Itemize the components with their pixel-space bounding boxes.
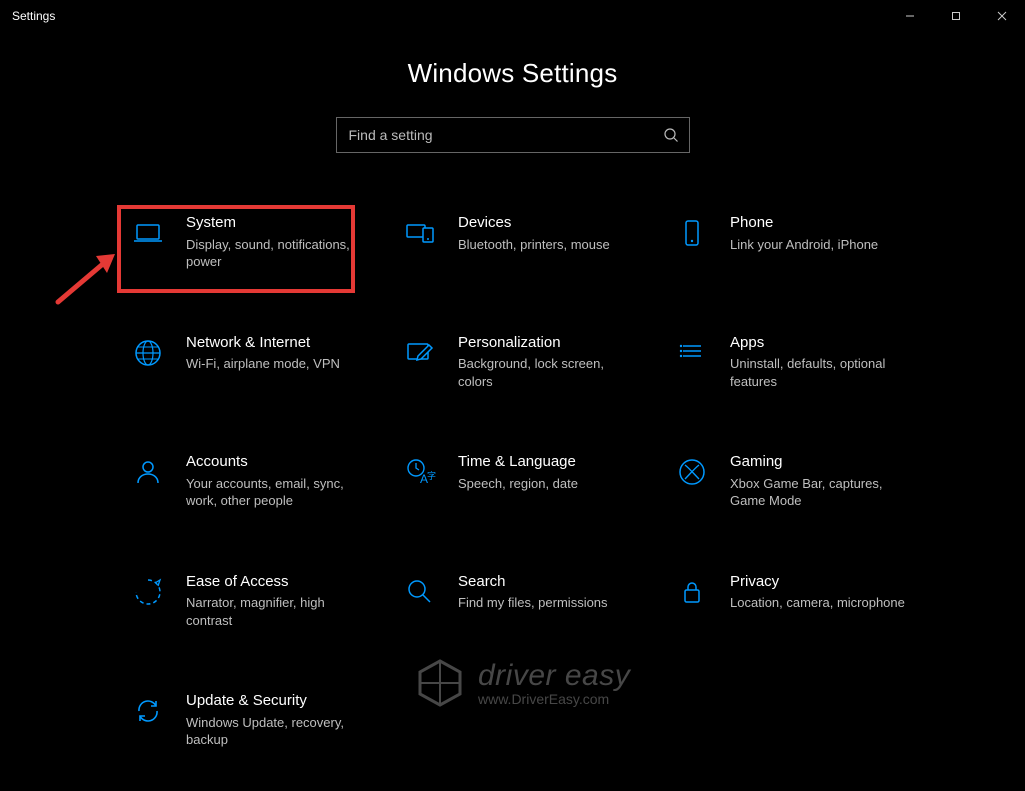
phone-icon <box>672 213 712 253</box>
category-desc: Location, camera, microphone <box>730 594 905 612</box>
search-input[interactable] <box>347 126 663 144</box>
category-title: Time & Language <box>458 452 578 472</box>
category-desc: Find my files, permissions <box>458 594 608 612</box>
category-time-language[interactable]: A 字 Time & Language Speech, region, date <box>392 444 664 518</box>
category-phone[interactable]: Phone Link your Android, iPhone <box>664 205 936 279</box>
category-title: Ease of Access <box>186 572 364 592</box>
category-update-security[interactable]: Update & Security Windows Update, recove… <box>120 683 392 757</box>
category-apps[interactable]: Apps Uninstall, defaults, optional featu… <box>664 325 936 399</box>
window-title: Settings <box>12 9 55 23</box>
apps-icon <box>672 333 712 373</box>
devices-icon <box>400 213 440 253</box>
category-ease-of-access[interactable]: Ease of Access Narrator, magnifier, high… <box>120 564 392 638</box>
page-title: Windows Settings <box>0 58 1025 89</box>
person-icon <box>128 452 168 492</box>
close-button[interactable] <box>979 0 1025 32</box>
maximize-button[interactable] <box>933 0 979 32</box>
category-desc: Your accounts, email, sync, work, other … <box>186 475 364 510</box>
minimize-button[interactable] <box>887 0 933 32</box>
category-desc: Xbox Game Bar, captures, Game Mode <box>730 475 908 510</box>
category-title: Accounts <box>186 452 364 472</box>
category-title: Update & Security <box>186 691 364 711</box>
laptop-icon <box>128 213 168 253</box>
magnifier-icon <box>400 572 440 612</box>
window-controls <box>887 0 1025 32</box>
search-wrap <box>0 117 1025 153</box>
category-privacy[interactable]: Privacy Location, camera, microphone <box>664 564 936 638</box>
category-desc: Wi-Fi, airplane mode, VPN <box>186 355 340 373</box>
category-title: Phone <box>730 213 878 233</box>
pen-icon <box>400 333 440 373</box>
time-lang-icon: A 字 <box>400 452 440 492</box>
category-desc: Uninstall, defaults, optional features <box>730 355 908 390</box>
svg-text:字: 字 <box>427 470 436 481</box>
category-accounts[interactable]: Accounts Your accounts, email, sync, wor… <box>120 444 392 518</box>
ease-icon <box>128 572 168 612</box>
category-desc: Display, sound, notifications, power <box>186 236 364 271</box>
category-title: Privacy <box>730 572 905 592</box>
category-devices[interactable]: Devices Bluetooth, printers, mouse <box>392 205 664 279</box>
update-icon <box>128 691 168 731</box>
category-desc: Narrator, magnifier, high contrast <box>186 594 364 629</box>
arrow-annotation <box>52 253 122 308</box>
titlebar: Settings <box>0 0 1025 32</box>
category-system[interactable]: System Display, sound, notifications, po… <box>120 205 392 279</box>
category-desc: Link your Android, iPhone <box>730 236 878 254</box>
settings-grid: System Display, sound, notifications, po… <box>120 205 940 757</box>
category-title: System <box>186 213 364 233</box>
category-desc: Background, lock screen, colors <box>458 355 636 390</box>
category-gaming[interactable]: Gaming Xbox Game Bar, captures, Game Mod… <box>664 444 936 518</box>
category-title: Search <box>458 572 608 592</box>
search-box[interactable] <box>336 117 690 153</box>
category-network[interactable]: Network & Internet Wi-Fi, airplane mode,… <box>120 325 392 399</box>
category-title: Gaming <box>730 452 908 472</box>
category-desc: Windows Update, recovery, backup <box>186 714 364 749</box>
lock-icon <box>672 572 712 612</box>
search-icon <box>663 127 679 143</box>
category-desc: Speech, region, date <box>458 475 578 493</box>
category-personalization[interactable]: Personalization Background, lock screen,… <box>392 325 664 399</box>
globe-icon <box>128 333 168 373</box>
category-desc: Bluetooth, printers, mouse <box>458 236 610 254</box>
category-title: Network & Internet <box>186 333 340 353</box>
category-search[interactable]: Search Find my files, permissions <box>392 564 664 638</box>
category-title: Apps <box>730 333 908 353</box>
xbox-icon <box>672 452 712 492</box>
category-title: Devices <box>458 213 610 233</box>
category-title: Personalization <box>458 333 636 353</box>
